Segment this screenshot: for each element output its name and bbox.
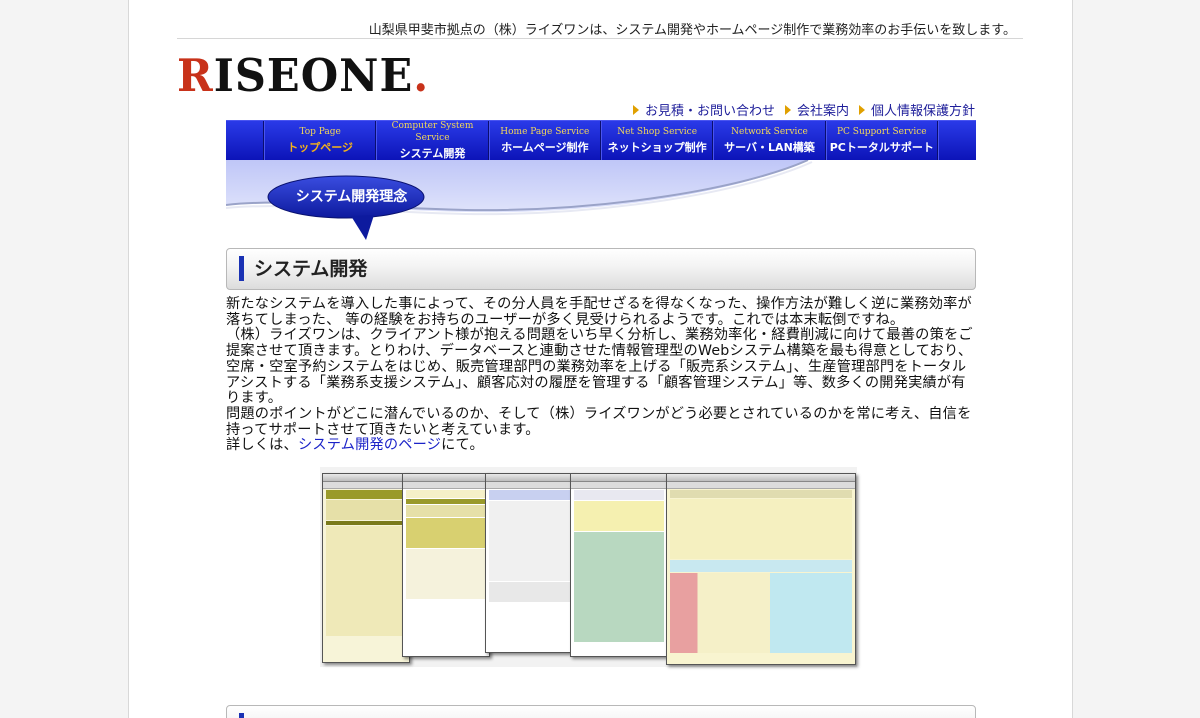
logo-dot: . [413, 50, 430, 103]
body-paragraph-3: 問題のポイントがどこに潜んでいるのか、そして（株）ライズワンがどう必要とされてい… [226, 405, 972, 438]
screenshot-5 [666, 473, 856, 665]
privacy-link-label: 個人情報保護方針 [870, 104, 975, 119]
section-title: システム開発 [254, 258, 368, 280]
company-link-label: 会社案内 [796, 104, 849, 119]
arrow-icon [858, 104, 865, 115]
screenshot-3 [485, 473, 575, 653]
arrow-icon [632, 104, 639, 115]
screenshot-4 [570, 473, 668, 657]
body-paragraph-1: 新たなシステムを導入した事によって、その分人員を手配せざるを得なくなった、操作方… [226, 296, 972, 328]
section-heading-next [226, 705, 976, 718]
nav-item-jp-label: ホームページ制作 [501, 141, 589, 154]
system-screenshots-image [320, 467, 857, 667]
logo-text: ISEONE [213, 50, 414, 103]
page-container: 山梨県甲斐市拠点の（株）ライズワンは、システム開発やホームページ制作で業務効率の… [128, 0, 1073, 718]
nav-item-en-label: Net Shop Service [617, 127, 698, 137]
detail-suffix: にて。 [441, 437, 484, 454]
utility-links: お見積・お問い合わせ 会社案内 個人情報保護方針 [632, 100, 975, 119]
nav-item-en-label: Network Service [731, 127, 808, 137]
nav-right-cap [937, 121, 976, 160]
nav-item-jp-label: PCトータルサポート [829, 141, 934, 154]
nav-item-jp-label: システム開発 [399, 147, 466, 160]
section-banner: システム開発理念 [226, 160, 976, 240]
heading-accent-bar [239, 256, 244, 281]
nav-item-en-label: Home Page Service [500, 127, 590, 137]
header-tagline: 山梨県甲斐市拠点の（株）ライズワンは、システム開発やホームページ制作で業務効率の… [368, 23, 1016, 38]
detail-prefix: 詳しくは、 [226, 437, 298, 454]
arrow-icon [784, 104, 791, 115]
body-paragraph-2: （株）ライズワンは、クライアント様が抱える問題をいち早く分析し、業務効率化・経費… [226, 327, 973, 407]
nav-item-jp-label: トップページ [287, 141, 354, 154]
nav-item-en-label: Top Page [299, 127, 341, 137]
nav-item-pc-support[interactable]: PC Support Service PCトータルサポート [825, 121, 938, 160]
banner-label: システム開発理念 [295, 189, 408, 205]
logo-letter-r: R [177, 50, 214, 103]
section-body: 新たなシステムを導入した事によって、その分人員を手配せざるを得なくなった、操作方… [226, 296, 978, 454]
nav-item-en-label: PC Support Service [837, 127, 927, 137]
company-link[interactable]: 会社案内 [784, 100, 849, 119]
nav-item-system[interactable]: Computer System Service システム開発 [376, 121, 489, 160]
nav-item-netshop[interactable]: Net Shop Service ネットショップ制作 [600, 121, 714, 160]
main-nav: Top Page トップページ Computer System Service … [226, 120, 976, 160]
nav-item-jp-label: ネットショップ制作 [607, 141, 707, 154]
contact-link-label: お見積・お問い合わせ [644, 104, 775, 119]
privacy-link[interactable]: 個人情報保護方針 [858, 100, 975, 119]
nav-item-top-page[interactable]: Top Page トップページ [264, 121, 377, 160]
section-heading-system: システム開発 [226, 248, 976, 290]
system-page-link[interactable]: システム開発のページ [298, 437, 441, 453]
screenshot-1 [322, 473, 410, 663]
site-logo[interactable]: RISEONE. [177, 50, 429, 103]
contact-link[interactable]: お見積・お問い合わせ [632, 100, 775, 119]
header-divider [177, 38, 1023, 39]
body-detail-line: 詳しくは、システム開発のページにて。 [226, 437, 978, 454]
nav-item-jp-label: サーバ・LAN構築 [724, 141, 815, 154]
heading-accent-bar [239, 713, 244, 718]
nav-item-network[interactable]: Network Service サーバ・LAN構築 [713, 121, 826, 160]
nav-item-homepage[interactable]: Home Page Service ホームページ制作 [488, 121, 601, 160]
screenshot-2 [402, 473, 490, 657]
nav-left-cap [226, 121, 264, 160]
nav-item-en-label: Computer System Service [391, 121, 474, 143]
